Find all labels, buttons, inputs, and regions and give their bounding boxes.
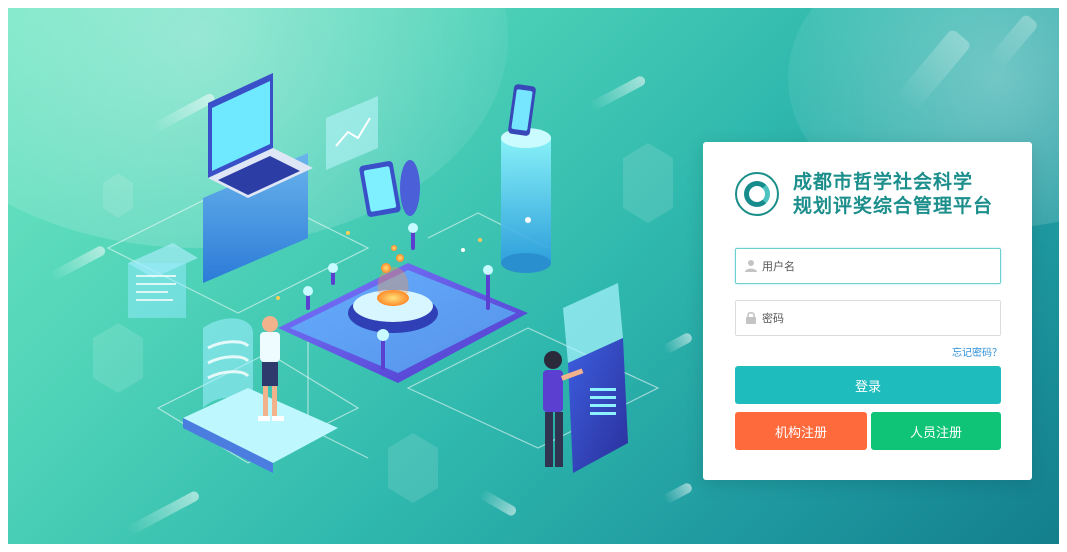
tech-illustration	[93, 73, 673, 503]
password-input[interactable]	[762, 303, 1000, 333]
document-panel-icon	[128, 243, 198, 318]
phone-pillar-icon	[501, 84, 551, 273]
platform-title-line2: 规划评奖综合管理平台	[793, 195, 994, 217]
person-register-button[interactable]: 人员注册	[871, 412, 1001, 450]
user-icon	[745, 260, 757, 272]
central-platform	[278, 223, 528, 383]
platform-title: 成都市哲学社会科学 规划评奖综合管理平台	[793, 170, 993, 218]
lock-icon	[746, 311, 756, 324]
laptop-icon	[203, 73, 313, 283]
login-card: 成都市哲学社会科学 规划评奖综合管理平台 忘记密码？ 登录 机构注册 人员注册	[703, 142, 1032, 480]
platform-title-line1: 成都市哲学社会科学	[793, 171, 974, 193]
org-register-button[interactable]: 机构注册	[735, 412, 867, 450]
brand-header: 成都市哲学社会科学 规划评奖综合管理平台	[735, 170, 993, 218]
login-button[interactable]: 登录	[735, 366, 1001, 404]
logo-mark	[744, 181, 770, 207]
chart-card-icon	[326, 96, 378, 170]
emblem-logo	[735, 172, 779, 216]
password-field[interactable]	[735, 300, 1001, 336]
forgot-password-link[interactable]: 忘记密码？	[952, 344, 1002, 359]
tablet-icon	[359, 160, 420, 217]
username-input[interactable]	[762, 251, 1000, 281]
username-field[interactable]	[735, 248, 1001, 284]
kiosk-terminal-icon	[563, 283, 628, 473]
